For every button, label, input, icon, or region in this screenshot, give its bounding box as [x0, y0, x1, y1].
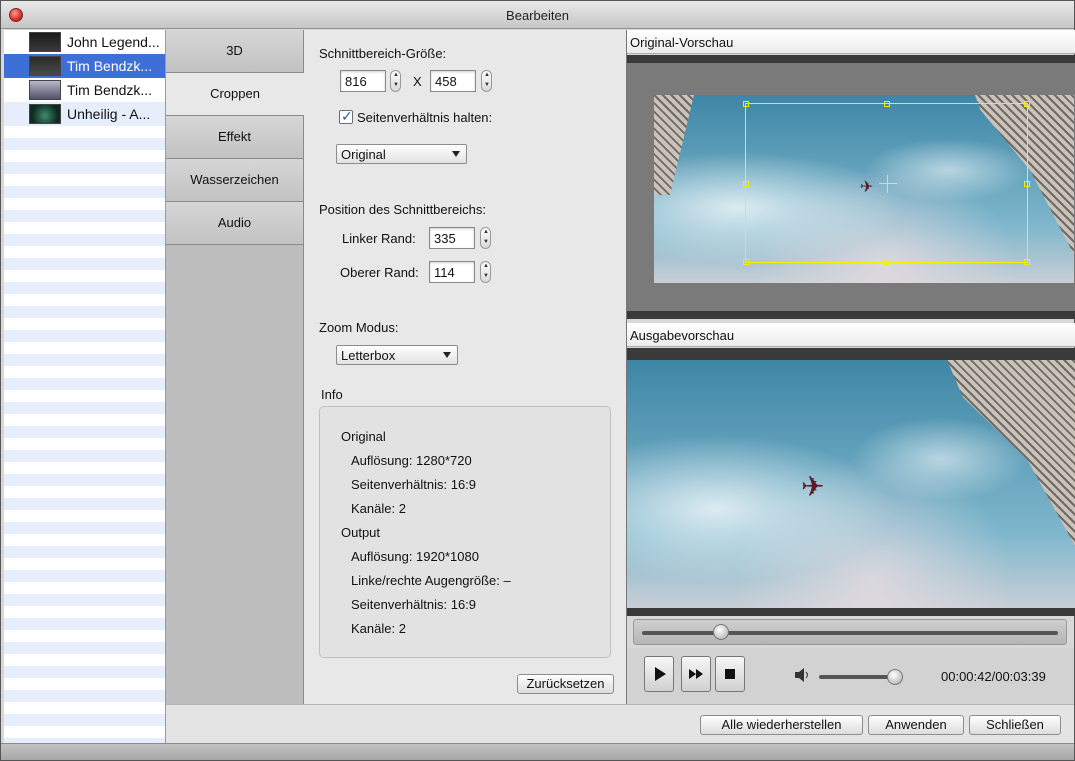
crop-position-label: Position des Schnittbereichs: — [319, 202, 486, 217]
info-title: Info — [321, 387, 343, 402]
crop-height-stepper[interactable] — [481, 70, 492, 92]
aspect-ratio-value: Original — [341, 147, 386, 162]
tab-audio[interactable]: Audio — [166, 202, 303, 245]
title-bar: Bearbeiten — [1, 1, 1074, 29]
info-output-eye-size: Linke/rechte Augengröße: – — [351, 573, 511, 588]
output-preview-title: Ausgabevorschau — [627, 323, 1075, 347]
crop-width-input[interactable]: 816 — [340, 70, 386, 92]
building-shape — [947, 360, 1075, 546]
apply-button[interactable]: Anwenden — [868, 715, 964, 735]
seek-handle[interactable] — [713, 624, 729, 640]
crop-height-input[interactable]: 458 — [430, 70, 476, 92]
bottom-button-bar: Alle wiederherstellen Anwenden Schließen — [166, 704, 1074, 743]
info-output-resolution: Auflösung: 1920*1080 — [351, 549, 479, 564]
tab-effekt[interactable]: Effekt — [166, 116, 303, 159]
video-thumbnail — [29, 80, 61, 100]
window-title: Bearbeiten — [506, 8, 569, 23]
close-button[interactable]: Schließen — [969, 715, 1061, 735]
video-thumbnail — [29, 104, 61, 124]
crop-frame[interactable] — [743, 101, 1030, 265]
tab-3d[interactable]: 3D — [166, 30, 303, 73]
status-bar — [1, 743, 1074, 760]
stop-icon — [725, 669, 735, 679]
video-thumbnail — [29, 32, 61, 52]
edit-tabs: 3D Croppen Effekt Wasserzeichen Audio — [166, 30, 304, 704]
file-label: Tim Bendzk... — [67, 82, 153, 98]
info-box: Original Auflösung: 1280*720 Seitenverhä… — [319, 406, 611, 658]
list-item[interactable]: Unheilig - A... — [4, 102, 165, 126]
top-margin-label: Oberer Rand: — [340, 265, 419, 280]
file-label: Unheilig - A... — [67, 106, 151, 122]
preview-area: Original-Vorschau ✈ Ausgabevorschau ✈ — [626, 30, 1075, 704]
zoom-mode-value: Letterbox — [341, 348, 396, 363]
crop-handle[interactable] — [743, 101, 749, 107]
fast-forward-icon — [689, 669, 703, 679]
dropdown-arrow-icon — [452, 151, 460, 157]
seek-track — [642, 631, 1058, 635]
crop-handle[interactable] — [1024, 101, 1030, 107]
tab-wasserzeichen[interactable]: Wasserzeichen — [166, 159, 303, 202]
info-original-resolution: Auflösung: 1280*720 — [351, 453, 472, 468]
left-margin-stepper[interactable] — [480, 227, 491, 249]
top-margin-stepper[interactable] — [480, 261, 491, 283]
left-margin-input[interactable]: 335 — [429, 227, 475, 249]
crop-handle[interactable] — [884, 259, 890, 265]
info-original-channels: Kanäle: 2 — [351, 501, 406, 516]
crop-settings-panel: Schnittbereich-Größe: 816 X 458 ✓ Seiten… — [304, 30, 626, 704]
reset-button[interactable]: Zurücksetzen — [517, 674, 614, 694]
crop-handle[interactable] — [1024, 181, 1030, 187]
original-preview-frame: ✈ — [627, 55, 1075, 319]
list-item-selected[interactable]: Tim Bendzk... — [4, 54, 165, 78]
original-preview-title: Original-Vorschau — [627, 30, 1075, 54]
keep-ratio-checkbox[interactable]: ✓ — [339, 108, 353, 124]
tab-croppen[interactable]: Croppen — [166, 73, 304, 116]
zoom-mode-select[interactable]: Letterbox — [336, 345, 458, 365]
aspect-ratio-select[interactable]: Original — [336, 144, 467, 164]
info-original-aspect: Seitenverhältnis: 16:9 — [351, 477, 477, 492]
left-margin-label: Linker Rand: — [342, 231, 416, 246]
crop-handle[interactable] — [1024, 259, 1030, 265]
file-label: Tim Bendzk... — [67, 58, 153, 74]
crosshair-icon — [887, 175, 888, 193]
stop-button[interactable] — [715, 656, 745, 692]
list-item[interactable]: John Legend... — [4, 30, 165, 54]
play-button[interactable] — [644, 656, 674, 692]
fast-forward-button[interactable] — [681, 656, 711, 692]
volume-icon[interactable] — [794, 667, 812, 683]
checkmark-icon: ✓ — [341, 108, 353, 124]
info-output-heading: Output — [341, 525, 381, 540]
info-output-aspect: Seitenverhältnis: 16:9 — [351, 597, 477, 612]
crop-handle[interactable] — [743, 181, 749, 187]
playback-time: 00:00:42/00:03:39 — [941, 669, 1046, 684]
output-preview-image: ✈ — [627, 360, 1075, 608]
zoom-mode-label: Zoom Modus: — [319, 320, 399, 335]
crosshair-icon — [879, 183, 897, 184]
info-original-heading: Original — [341, 429, 386, 444]
flying-figure: ✈ — [801, 471, 825, 502]
volume-handle[interactable] — [887, 669, 903, 685]
output-preview-frame: ✈ — [627, 348, 1075, 616]
video-thumbnail — [29, 56, 61, 76]
file-list: John Legend... Tim Bendzk... Tim Bendzk.… — [4, 30, 166, 743]
dropdown-arrow-icon — [443, 352, 451, 358]
restore-all-button[interactable]: Alle wiederherstellen — [700, 715, 863, 735]
building-shape — [654, 95, 694, 195]
seek-bar[interactable] — [633, 619, 1067, 645]
list-item[interactable]: Tim Bendzk... — [4, 78, 165, 102]
info-output-channels: Kanäle: 2 — [351, 621, 406, 636]
top-margin-input[interactable]: 114 — [429, 261, 475, 283]
file-label: John Legend... — [67, 34, 160, 50]
edit-window: Bearbeiten John Legend... Tim Bendzk... … — [0, 0, 1075, 761]
keep-ratio-label: Seitenverhältnis halten: — [357, 110, 493, 125]
size-separator: X — [413, 74, 422, 89]
crop-handle[interactable] — [884, 101, 890, 107]
crop-size-label: Schnittbereich-Größe: — [319, 46, 447, 61]
crop-handle[interactable] — [743, 259, 749, 265]
crop-width-stepper[interactable] — [390, 70, 401, 92]
play-icon — [655, 667, 666, 681]
